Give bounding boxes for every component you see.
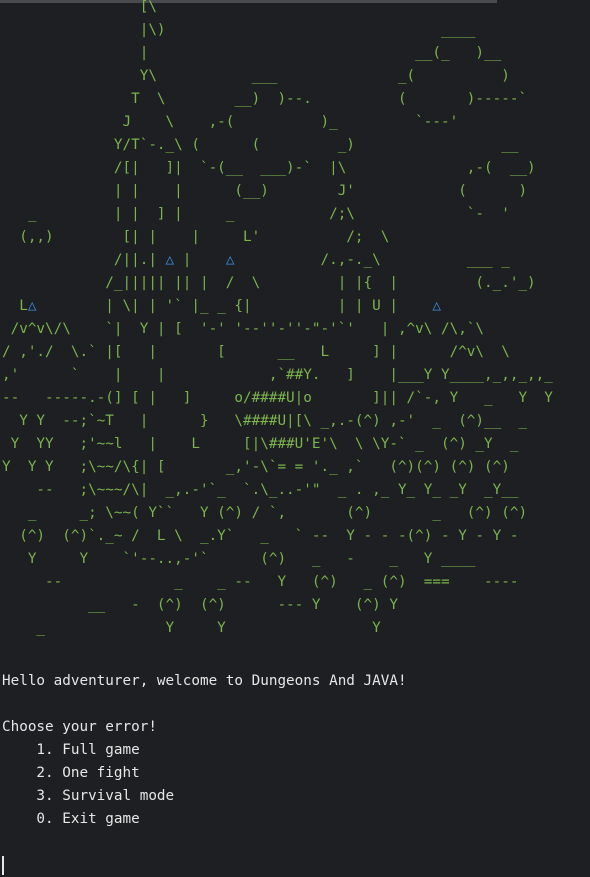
menu-option-exit-game[interactable]: 0. Exit game: [2, 808, 407, 831]
menu-prompt: Choose your error!: [2, 719, 157, 735]
blue-triangle-icon: △: [432, 298, 441, 314]
menu-option-one-fight[interactable]: 2. One fight: [2, 762, 407, 785]
menu-option-survival-mode[interactable]: 3. Survival mode: [2, 785, 407, 808]
blue-triangle-icon: △: [27, 298, 37, 314]
menu-option-full-game[interactable]: 1. Full game: [2, 739, 407, 762]
welcome-message: Hello adventurer, welcome to Dungeons An…: [2, 673, 407, 689]
blue-triangle-icon: △: [225, 252, 235, 268]
blue-triangle-icon: △: [165, 252, 175, 268]
input-cursor[interactable]: [2, 856, 4, 875]
ascii-art-dungeon-scene: [\ |\) ____ | __(_ )__ Y\ ___ _( ) T \ _…: [2, 0, 553, 636]
console-output: Hello adventurer, welcome to Dungeons An…: [2, 670, 407, 831]
